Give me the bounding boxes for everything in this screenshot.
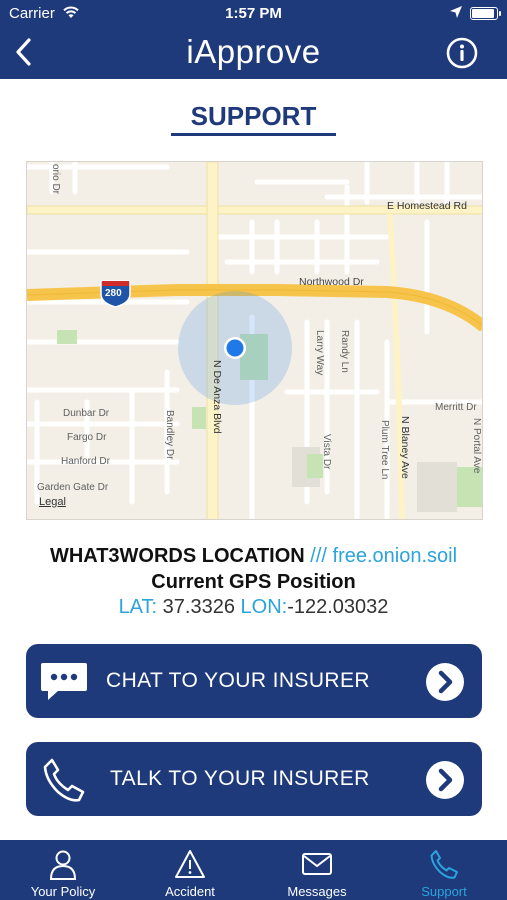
what3words-location: WHAT3WORDS LOCATION /// free.onion.soil [0,545,507,568]
warning-icon [174,848,206,880]
person-icon [47,848,79,880]
chevron-right-icon [426,761,464,799]
what3words-slashes: /// [310,545,327,567]
gps-coordinates: LAT: 37.3326 LON:-122.03032 [0,596,507,619]
map-label: E Homestead Rd [387,200,467,212]
map-label: Northwood Dr [299,276,364,288]
tab-bar: Your Policy Accident Messages Support [0,840,507,900]
chat-bubble-icon [40,658,88,706]
map-label: N Portal Ave [471,418,482,474]
tab-messages[interactable]: Messages [254,840,380,900]
map-label: Plum Tree Ln [379,420,390,480]
interstate-label: 280 [105,288,122,299]
envelope-icon [301,848,333,880]
location-arrow-icon [449,5,463,23]
map-label: Larry Way [314,330,325,376]
map-label: Fargo Dr [67,432,107,443]
tab-support[interactable]: Support [381,840,507,900]
tab-your-policy[interactable]: Your Policy [0,840,126,900]
map-label: Vista Dr [321,434,332,470]
tab-label: Messages [287,884,347,899]
chat-to-insurer-button[interactable]: CHAT TO YOUR INSURER [26,644,482,718]
lat-value: 37.3326 [162,596,235,618]
map-label: N De Anza Blvd [211,360,223,434]
section-title: SUPPORT [190,101,317,131]
info-icon[interactable] [446,37,478,69]
what3words-label: WHAT3WORDS LOCATION [49,545,305,567]
map-label: Randy Ln [339,330,350,373]
map-view[interactable]: E Homestead Rd Northwood Dr 280 N De Anz… [26,161,483,520]
section-underline [171,133,336,136]
map-label: Bandley Dr [164,410,175,460]
lon-value: -122.03032 [287,596,389,618]
navigation-bar: Carrier 1:57 PM iApprove [0,0,507,79]
talk-button-label: TALK TO YOUR INSURER [110,767,370,790]
gps-title: Current GPS Position [151,571,356,593]
status-bar: Carrier 1:57 PM [0,0,507,28]
page-title: iApprove [186,33,321,70]
chevron-right-icon [426,663,464,701]
tab-label: Support [421,884,467,899]
tab-accident[interactable]: Accident [127,840,253,900]
lat-label: LAT: [118,596,158,618]
chat-button-label: CHAT TO YOUR INSURER [106,669,370,692]
status-time: 1:57 PM [225,5,282,22]
phone-icon [40,756,88,804]
map-label: Hanford Dr [61,456,110,467]
talk-to-insurer-button[interactable]: TALK TO YOUR INSURER [26,742,482,816]
phone-icon [428,848,460,880]
map-label: N Blaney Ave [399,416,411,479]
tab-label: Accident [165,884,215,899]
map-label: Merritt Dr [435,402,477,413]
lon-label: LON: [240,596,288,618]
map-label: Dunbar Dr [63,408,110,419]
map-label: orio Dr [50,164,61,195]
what3words-address: free.onion.soil [332,545,458,567]
map-legal-link[interactable]: Legal [39,496,66,508]
tab-label: Your Policy [30,884,96,899]
battery-icon [470,7,501,20]
map-label: Garden Gate Dr [37,482,109,493]
